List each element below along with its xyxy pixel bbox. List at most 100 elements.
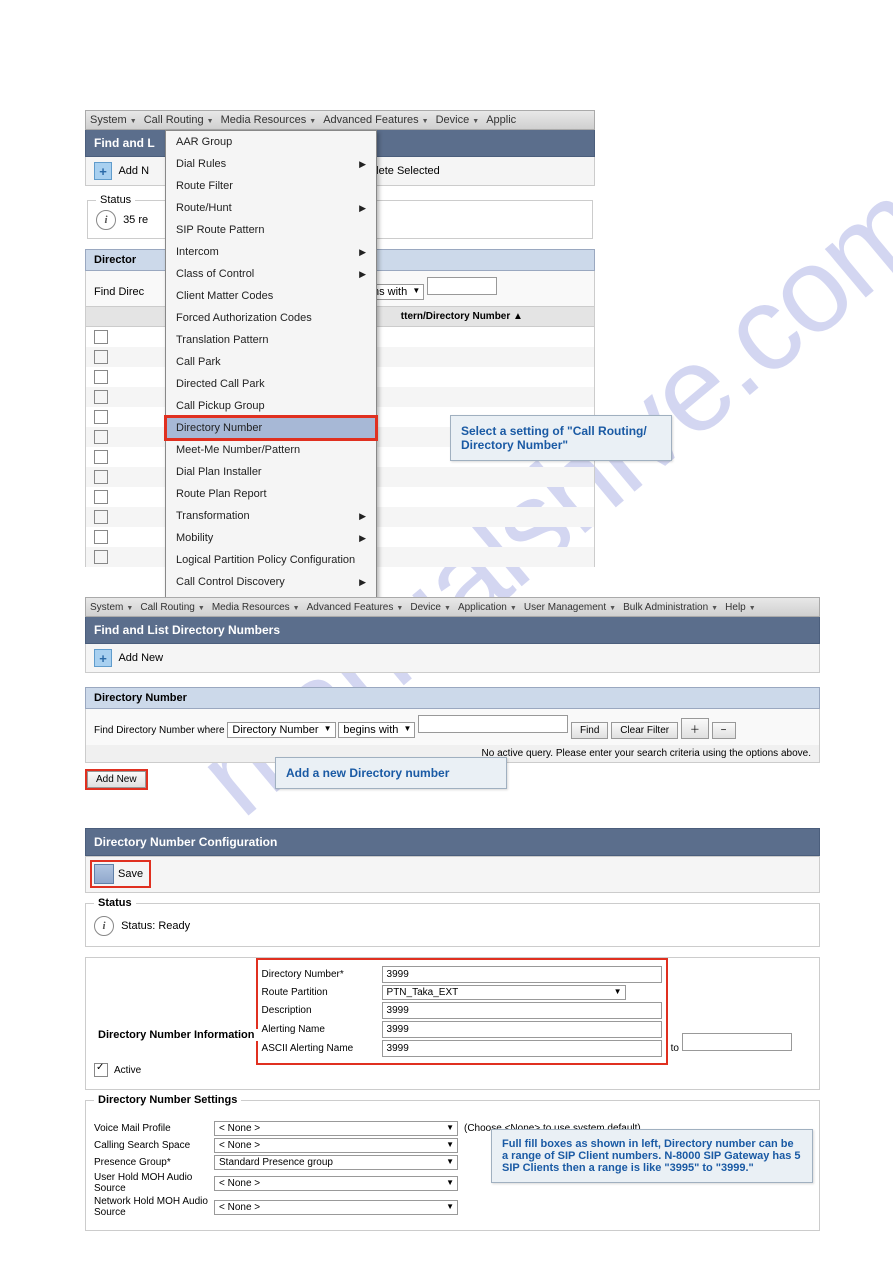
row-checkbox[interactable] — [94, 550, 108, 564]
route-partition-select[interactable]: PTN_Taka_EXT — [382, 985, 626, 1000]
row-checkbox[interactable] — [94, 470, 108, 484]
row-checkbox[interactable] — [94, 530, 108, 544]
menu-call-routing[interactable]: Call Routing — [144, 114, 214, 126]
row-checkbox[interactable] — [94, 510, 108, 524]
menu-item-call-pickup-group[interactable]: Call Pickup Group — [166, 395, 376, 417]
ascii-alerting-label: ASCII Alerting Name — [262, 1043, 382, 1054]
callout-add-new: Add a new Directory number — [275, 757, 507, 789]
save-label: Save — [118, 868, 143, 880]
menu-item-route-filter[interactable]: Route Filter — [166, 175, 376, 197]
submenu-arrow-icon: ▶ — [359, 247, 366, 258]
menu-device[interactable]: Device — [410, 602, 451, 613]
menu-item-call-park[interactable]: Call Park — [166, 351, 376, 373]
route-partition-label: Route Partition — [262, 987, 382, 998]
to-label: to — [671, 1043, 679, 1054]
menu-item-directory-number[interactable]: Directory Number — [166, 417, 376, 439]
screenshot-3: Directory Number Configuration Save Stat… — [85, 828, 820, 1231]
submenu-arrow-icon: ▶ — [359, 577, 366, 588]
save-button[interactable]: Save — [92, 862, 149, 886]
row-checkbox[interactable] — [94, 410, 108, 424]
info-icon: i — [96, 210, 116, 230]
plus-icon[interactable]: + — [94, 162, 112, 180]
menu-media-resources[interactable]: Media Resources — [221, 114, 317, 126]
voice-mail-profile-select[interactable]: < None > — [214, 1121, 458, 1136]
directory-number-input[interactable]: 3999 — [382, 966, 662, 983]
find-label: Find Direc — [94, 286, 144, 298]
menu-device[interactable]: Device — [436, 114, 480, 126]
menu-item-call-control-discovery[interactable]: Call Control Discovery▶ — [166, 571, 376, 593]
row-checkbox[interactable] — [94, 450, 108, 464]
row-checkbox[interactable] — [94, 390, 108, 404]
add-new-button[interactable]: Add New — [87, 771, 146, 788]
menu-item-transformation[interactable]: Transformation▶ — [166, 505, 376, 527]
find-field-select[interactable]: Directory Number — [227, 722, 335, 738]
row-checkbox[interactable] — [94, 370, 108, 384]
menu-item-sip-route-pattern[interactable]: SIP Route Pattern — [166, 219, 376, 241]
user-hold-moh-select[interactable]: < None > — [214, 1176, 458, 1191]
menu-system[interactable]: System — [90, 114, 137, 126]
menu-advanced-features[interactable]: Advanced Features — [307, 602, 404, 613]
row-checkbox[interactable] — [94, 430, 108, 444]
menu-item-route-plan-report[interactable]: Route Plan Report — [166, 483, 376, 505]
find-row: Find Directory Number where Directory Nu… — [85, 709, 820, 745]
active-checkbox[interactable] — [94, 1063, 108, 1077]
menu-item-aar-group[interactable]: AAR Group — [166, 131, 376, 153]
menu-item-meet-me-number-pattern[interactable]: Meet-Me Number/Pattern — [166, 439, 376, 461]
menu-item-logical-partition-policy-configuration[interactable]: Logical Partition Policy Configuration — [166, 549, 376, 571]
submenu-arrow-icon: ▶ — [359, 269, 366, 280]
dn-settings-fieldset: Directory Number Settings Voice Mail Pro… — [85, 1100, 820, 1231]
status-fieldset: Status i Status: Ready — [85, 903, 820, 947]
plus-icon[interactable]: + — [94, 649, 112, 667]
add-button-label[interactable]: Add N — [118, 165, 149, 177]
menu-help[interactable]: Help — [725, 602, 756, 613]
remove-criteria-button[interactable]: − — [712, 722, 736, 739]
menu-item-dial-plan-installer[interactable]: Dial Plan Installer — [166, 461, 376, 483]
submenu-arrow-icon: ▶ — [359, 159, 366, 170]
search-input[interactable] — [418, 715, 568, 733]
add-criteria-button[interactable]: ＋ — [681, 718, 709, 739]
clear-filter-button[interactable]: Clear Filter — [611, 722, 678, 739]
begins-with-select[interactable]: begins with — [338, 722, 415, 738]
row-checkbox[interactable] — [94, 490, 108, 504]
menu-item-mobility[interactable]: Mobility▶ — [166, 527, 376, 549]
callout-fill-boxes: Full fill boxes as shown in left, Direct… — [491, 1129, 813, 1183]
callout-select-setting: Select a setting of "Call Routing/ Direc… — [450, 415, 672, 461]
menu-item-translation-pattern[interactable]: Translation Pattern — [166, 329, 376, 351]
menu-user-management[interactable]: User Management — [524, 602, 616, 613]
menu-application-cut[interactable]: Applic — [486, 114, 516, 126]
description-label: Description — [262, 1005, 382, 1016]
page-title: Directory Number Configuration — [85, 828, 820, 856]
menu-item-route-hunt[interactable]: Route/Hunt▶ — [166, 197, 376, 219]
status-text: 35 re — [123, 214, 148, 226]
dn-settings-legend: Directory Number Settings — [94, 1094, 241, 1106]
to-input[interactable] — [682, 1033, 792, 1051]
menu-item-directed-call-park[interactable]: Directed Call Park — [166, 373, 376, 395]
menu-item-forced-authorization-codes[interactable]: Forced Authorization Codes — [166, 307, 376, 329]
menu-media-resources[interactable]: Media Resources — [212, 602, 300, 613]
calling-search-space-select[interactable]: < None > — [214, 1138, 458, 1153]
menu-advanced-features[interactable]: Advanced Features — [323, 114, 428, 126]
add-new-link[interactable]: Add New — [118, 652, 163, 664]
search-text-input[interactable] — [427, 277, 497, 295]
description-input[interactable]: 3999 — [382, 1002, 662, 1019]
sort-icon[interactable]: ▲ — [513, 311, 523, 322]
menu-application[interactable]: Application — [458, 602, 517, 613]
menu-item-class-of-control[interactable]: Class of Control▶ — [166, 263, 376, 285]
network-hold-moh-select[interactable]: < None > — [214, 1200, 458, 1215]
info-icon: i — [94, 916, 114, 936]
find-button[interactable]: Find — [571, 722, 608, 739]
menu-item-client-matter-codes[interactable]: Client Matter Codes — [166, 285, 376, 307]
row-checkbox[interactable] — [94, 330, 108, 344]
presence-group-select[interactable]: Standard Presence group — [214, 1155, 458, 1170]
dn-info-legend: Directory Number Information — [94, 1029, 258, 1041]
menu-system[interactable]: System — [90, 602, 133, 613]
menu-item-dial-rules[interactable]: Dial Rules▶ — [166, 153, 376, 175]
menu-item-intercom[interactable]: Intercom▶ — [166, 241, 376, 263]
toolbar: Save — [85, 856, 820, 893]
row-checkbox[interactable] — [94, 350, 108, 364]
user-hold-moh-label: User Hold MOH Audio Source — [94, 1172, 214, 1194]
ascii-alerting-input[interactable]: 3999 — [382, 1040, 662, 1057]
menu-call-routing[interactable]: Call Routing — [140, 602, 204, 613]
alerting-name-input[interactable]: 3999 — [382, 1021, 662, 1038]
menu-bulk-administration[interactable]: Bulk Administration — [623, 602, 718, 613]
